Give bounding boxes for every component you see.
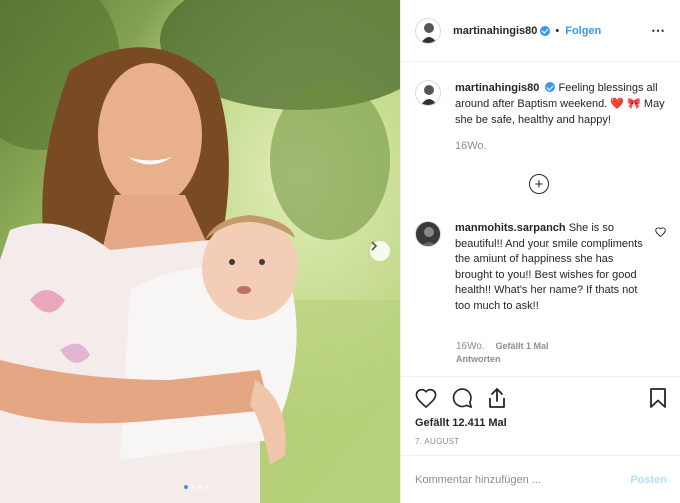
caption-timestamp[interactable]: 16Wo. xyxy=(455,138,666,154)
carousel-dot xyxy=(198,485,202,489)
comment-text: She is so beautiful!! And your smile com… xyxy=(455,222,643,312)
post-actions: Gefällt 12.411 Mal 7. AUGUST xyxy=(401,376,680,452)
heart-icon[interactable] xyxy=(415,388,437,408)
bookmark-icon[interactable] xyxy=(649,387,667,409)
carousel-dot xyxy=(205,485,209,489)
comment-icon[interactable] xyxy=(451,387,473,409)
comment-composer: Posten xyxy=(401,455,680,503)
avatar-image xyxy=(421,85,437,105)
commenter-username[interactable]: manmohits.sarpanch xyxy=(455,222,566,234)
next-arrow-icon xyxy=(371,241,378,251)
caption-username[interactable]: martinahingis80 xyxy=(455,82,539,94)
comment-body: manmohits.sarpanch She is so beautiful!!… xyxy=(455,221,645,314)
comment-like-heart-icon[interactable] xyxy=(655,227,666,237)
carousel-dot xyxy=(184,485,188,489)
comment-timestamp[interactable]: 16Wo. xyxy=(456,341,485,352)
load-more-comments-button[interactable]: + xyxy=(529,174,549,194)
comment: manmohits.sarpanch She is so beautiful!!… xyxy=(415,221,666,314)
verified-badge-icon xyxy=(540,25,551,36)
share-icon[interactable] xyxy=(487,387,507,409)
caption-body: martinahingis80 Feeling blessings all ar… xyxy=(455,80,666,154)
post-header: martinahingis80 • Folgen ⋯ xyxy=(401,0,680,62)
post-caption: martinahingis80 Feeling blessings all ar… xyxy=(415,80,666,154)
action-icons xyxy=(415,387,667,409)
more-options-icon[interactable]: ⋯ xyxy=(651,22,666,39)
comment-likes[interactable]: Gefällt 1 Mal xyxy=(496,341,549,351)
comment-meta: 16Wo. Gefällt 1 Mal xyxy=(456,341,549,352)
caption-author-avatar[interactable] xyxy=(415,80,441,106)
next-photo-button[interactable] xyxy=(370,241,390,261)
post-side-panel: martinahingis80 • Folgen ⋯ martinahingis… xyxy=(400,0,680,503)
carousel-dot xyxy=(191,485,195,489)
verified-badge-icon xyxy=(545,82,556,92)
carousel-indicator xyxy=(184,485,209,489)
follow-button[interactable]: Folgen xyxy=(565,25,601,37)
reply-button[interactable]: Antworten xyxy=(456,354,501,364)
commenter-avatar[interactable] xyxy=(415,221,441,247)
author-username[interactable]: martinahingis80 xyxy=(453,25,537,37)
post-photo[interactable] xyxy=(0,0,400,503)
like-count[interactable]: Gefällt 12.411 Mal xyxy=(415,417,667,429)
photo-illustration xyxy=(0,0,400,503)
separator-dot: • xyxy=(555,24,560,37)
post-comment-button[interactable]: Posten xyxy=(630,474,667,486)
avatar-image xyxy=(416,222,440,246)
comment-input[interactable] xyxy=(415,473,631,486)
post-date[interactable]: 7. AUGUST xyxy=(415,437,667,446)
add-comment-plus-icon: + xyxy=(534,175,544,193)
author-avatar[interactable] xyxy=(415,17,441,44)
avatar-image xyxy=(421,22,437,43)
